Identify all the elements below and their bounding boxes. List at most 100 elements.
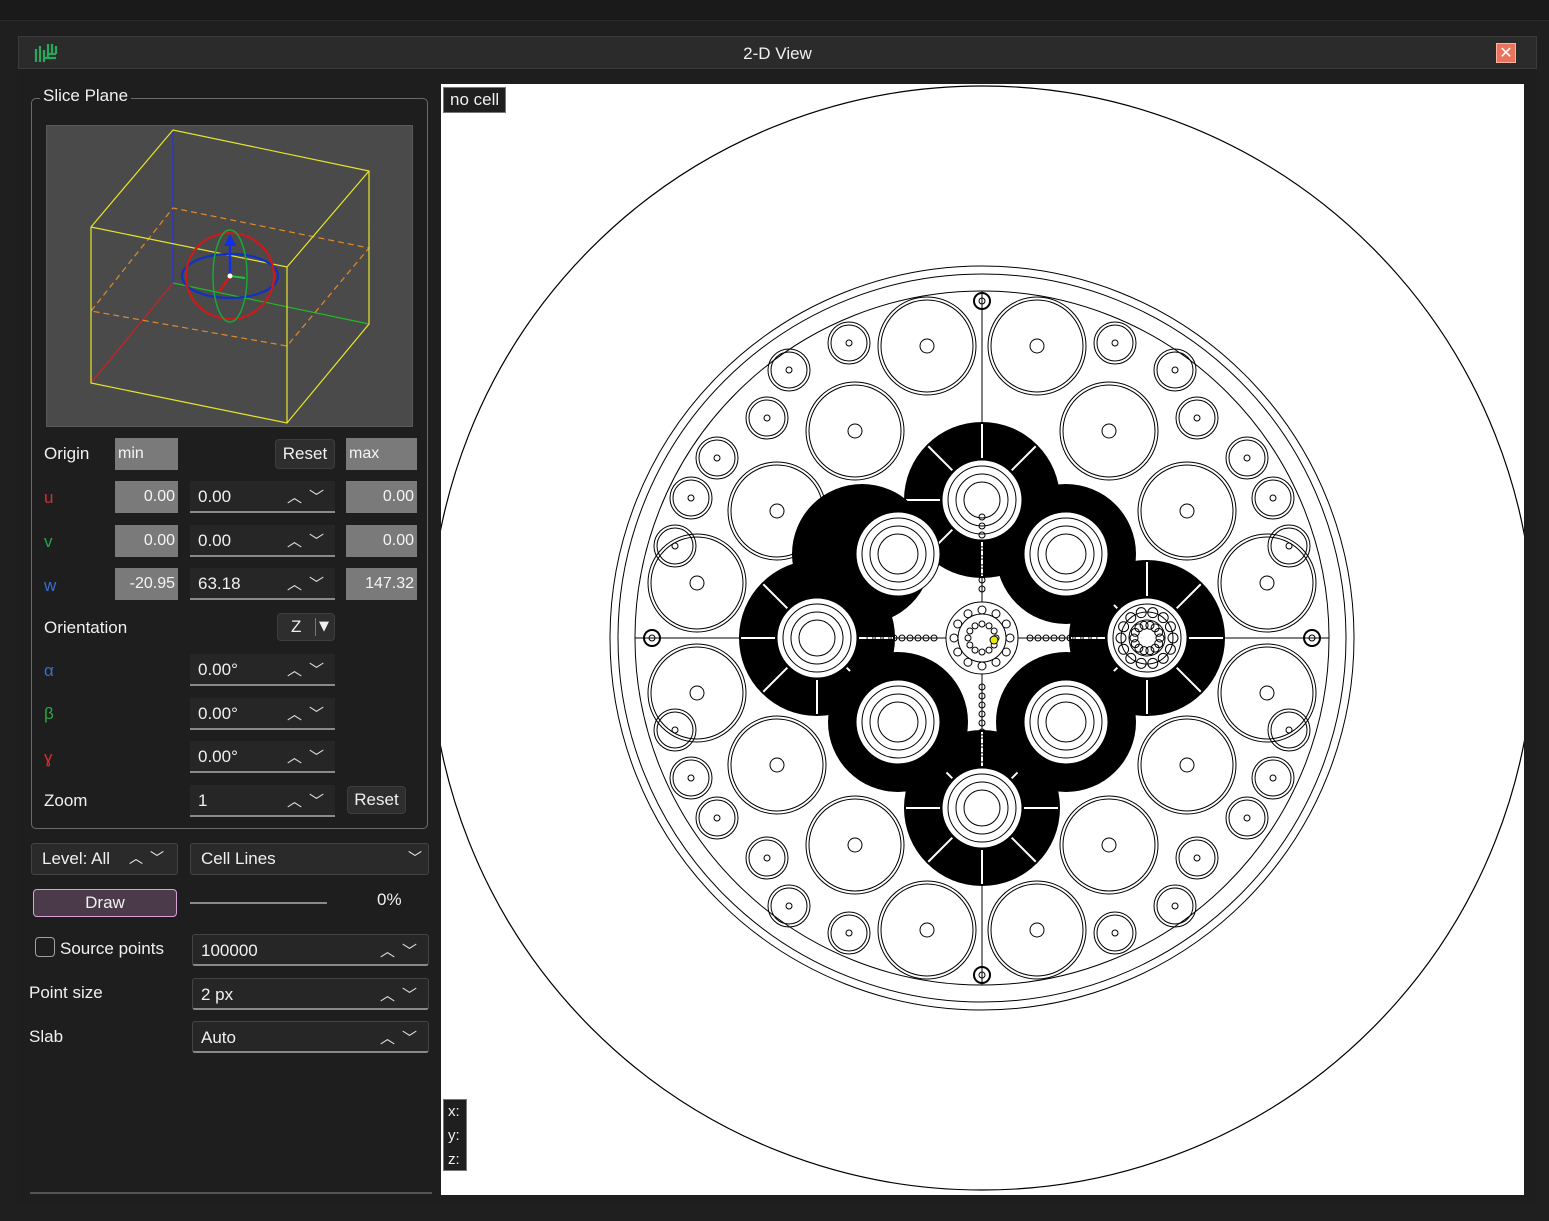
close-icon[interactable]: ✕	[1496, 43, 1516, 63]
alpha-value: 0.00°	[198, 660, 238, 679]
chevron-up-icon[interactable]: ︿	[380, 1029, 402, 1047]
point-size-spin-arrows[interactable]: ︿﹀	[380, 979, 424, 1011]
level-select[interactable]: Level: All ︿﹀	[31, 843, 178, 875]
gamma-label: ɣ	[44, 748, 53, 767]
v-value: 0.00	[198, 531, 232, 550]
level-spin-arrows[interactable]: ︿﹀	[129, 844, 171, 874]
v-spin-arrows[interactable]: ︿﹀	[287, 525, 331, 557]
chevron-up-icon[interactable]: ︿	[287, 575, 309, 593]
draw-progress-bar	[190, 902, 327, 904]
chevron-up-icon[interactable]: ︿	[287, 532, 309, 550]
v-max-value: 0.00	[346, 525, 417, 557]
beta-spinbox[interactable]: 0.00° ︿﹀	[190, 698, 335, 730]
chevron-up-icon[interactable]: ︿	[287, 661, 309, 679]
orientation-value: Z	[291, 617, 302, 636]
geometry-slice-drawing	[441, 85, 1524, 1191]
chevron-down-icon[interactable]: ﹀	[402, 986, 424, 1004]
chevron-up-icon[interactable]: ︿	[287, 488, 309, 506]
chevron-up-icon[interactable]: ︿	[287, 705, 309, 723]
w-min-value: -20.95	[115, 568, 178, 600]
u-spin-arrows[interactable]: ︿﹀	[287, 481, 331, 513]
draw-button[interactable]: Draw	[33, 889, 177, 917]
slab-spin-arrows[interactable]: ︿﹀	[380, 1022, 424, 1054]
chevron-down-icon[interactable]: ﹀	[309, 575, 331, 593]
u-value: 0.00	[198, 487, 232, 506]
chevron-up-icon[interactable]: ︿	[380, 986, 402, 1004]
w-spin-arrows[interactable]: ︿﹀	[287, 568, 331, 600]
dropdown-arrow-icon[interactable]: ▼	[319, 614, 329, 640]
orientation-label: Orientation	[44, 618, 128, 637]
beta-label: β	[44, 704, 54, 723]
zoom-reset-button[interactable]: Reset	[347, 786, 406, 814]
chevron-down-icon[interactable]: ﹀	[309, 705, 331, 723]
alpha-spinbox[interactable]: 0.00° ︿﹀	[190, 654, 335, 686]
w-spinbox[interactable]: 63.18 ︿﹀	[190, 568, 335, 600]
source-points-value: 100000	[201, 941, 258, 960]
chevron-down-icon[interactable]: ﹀	[309, 661, 331, 679]
window-title: 2-D View	[743, 44, 812, 63]
u-min-value: 0.00	[115, 481, 178, 513]
orientation-select[interactable]: Z ▼	[277, 613, 335, 641]
source-points-spin-arrows[interactable]: ︿﹀	[380, 935, 424, 967]
chevron-down-icon[interactable]: ﹀	[402, 1029, 424, 1047]
max-field: max	[346, 438, 417, 470]
slab-value: Auto	[201, 1028, 236, 1047]
z-coordinate-label: z:	[448, 1151, 460, 1168]
u-label: u	[44, 488, 54, 507]
title-bar: 2-D View ✕	[18, 36, 1537, 69]
display-mode-value: Cell Lines	[201, 849, 276, 868]
source-points-checkbox[interactable]	[35, 937, 55, 957]
slice-plane-3d-preview[interactable]	[46, 125, 413, 427]
gamma-value: 0.00°	[198, 747, 238, 766]
x-coordinate-label: x:	[448, 1103, 460, 1120]
origin-label: Origin	[44, 444, 90, 463]
y-coordinate-label: y:	[448, 1127, 460, 1144]
chevron-down-icon[interactable]: ﹀	[402, 942, 424, 960]
point-size-spinbox[interactable]: 2 px ︿﹀	[192, 978, 429, 1010]
slice-plane-label: Slice Plane	[40, 86, 132, 106]
origin-reset-button[interactable]: Reset	[275, 439, 335, 469]
zoom-spinbox[interactable]: 1 ︿﹀	[190, 785, 335, 817]
beta-spin-arrows[interactable]: ︿﹀	[287, 698, 331, 730]
alpha-spin-arrows[interactable]: ︿﹀	[287, 654, 331, 686]
view-2d-window: 2-D View ✕ Slice Plane Origin min Reset …	[18, 36, 1537, 1204]
display-mode-select[interactable]: Cell Lines ﹀	[190, 843, 429, 875]
w-max-value: 147.32	[346, 568, 417, 600]
u-max-value: 0.00	[346, 481, 417, 513]
beta-value: 0.00°	[198, 704, 238, 723]
slab-spinbox[interactable]: Auto ︿﹀	[192, 1021, 429, 1053]
min-field: min	[115, 438, 178, 470]
chevron-up-icon[interactable]: ︿	[287, 748, 309, 766]
chevron-down-icon[interactable]: ﹀	[309, 748, 331, 766]
gamma-spin-arrows[interactable]: ︿﹀	[287, 741, 331, 773]
chevron-up-icon[interactable]: ︿	[129, 851, 150, 867]
w-value: 63.18	[198, 574, 241, 593]
chevron-up-icon[interactable]: ︿	[287, 792, 309, 810]
point-size-value: 2 px	[201, 985, 234, 1004]
level-value: Level: All	[42, 849, 111, 868]
cell-info-label: no cell	[443, 87, 507, 113]
source-points-label: Source points	[60, 939, 164, 958]
source-points-spinbox[interactable]: 100000 ︿﹀	[192, 934, 429, 966]
u-spinbox[interactable]: 0.00 ︿﹀	[190, 481, 335, 513]
chevron-down-icon[interactable]: ﹀	[309, 488, 331, 506]
chevron-down-icon[interactable]: ﹀	[150, 851, 171, 867]
chevron-down-icon[interactable]: ﹀	[309, 532, 331, 550]
chevron-up-icon[interactable]: ︿	[380, 942, 402, 960]
gamma-spinbox[interactable]: 0.00° ︿﹀	[190, 741, 335, 773]
panel-bottom-divider	[30, 1192, 432, 1194]
zoom-value: 1	[198, 791, 208, 810]
v-spinbox[interactable]: 0.00 ︿﹀	[190, 525, 335, 557]
cursor-coordinates: x: y: z:	[443, 1099, 467, 1171]
alpha-label: α	[44, 661, 54, 680]
point-size-label: Point size	[29, 983, 103, 1002]
chevron-down-icon[interactable]: ﹀	[309, 792, 331, 810]
slice-plane-3d-diagram	[89, 129, 371, 424]
draw-progress-text: 0%	[377, 890, 402, 909]
slab-label: Slab	[29, 1027, 64, 1046]
zoom-spin-arrows[interactable]: ︿﹀	[287, 785, 331, 817]
top-strip	[0, 0, 1549, 21]
geometry-viewport[interactable]	[441, 84, 1524, 1195]
zoom-label: Zoom	[44, 791, 88, 810]
chevron-down-icon[interactable]: ﹀	[408, 844, 422, 874]
